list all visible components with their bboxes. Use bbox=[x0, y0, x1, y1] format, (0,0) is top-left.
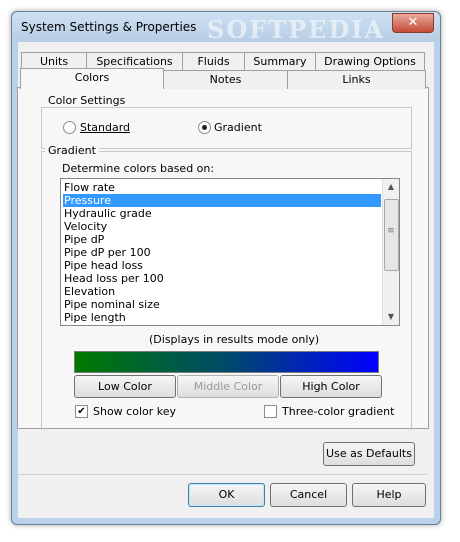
checkmark-icon: ✔ bbox=[77, 406, 86, 417]
title-bar[interactable]: System Settings & Properties SOFTPEDIA ✕ bbox=[12, 12, 440, 44]
low-color-button-label: Low Color bbox=[98, 380, 152, 393]
close-icon: ✕ bbox=[407, 15, 419, 30]
help-button[interactable]: Help bbox=[352, 483, 426, 507]
list-item[interactable]: Flow rate bbox=[63, 181, 381, 194]
list-item[interactable]: Pipe dP per 100 bbox=[63, 246, 381, 259]
tab-units-label: Units bbox=[39, 55, 69, 68]
list-item[interactable]: Hydraulic grade bbox=[63, 207, 381, 220]
tab-drawing-options[interactable]: Drawing Options bbox=[315, 52, 425, 71]
tab-fluids[interactable]: Fluids bbox=[182, 52, 245, 71]
three-color-gradient-label[interactable]: Three-color gradient bbox=[282, 405, 394, 418]
gradient-group-label: Gradient bbox=[45, 144, 99, 157]
gradient-preview-bar bbox=[74, 351, 379, 373]
list-scrollbar[interactable]: ▲ ≡ ▼ bbox=[382, 179, 399, 325]
gradient-radio[interactable] bbox=[198, 121, 211, 134]
grip-icon: ≡ bbox=[387, 226, 395, 236]
determine-colors-label: Determine colors based on: bbox=[62, 162, 215, 175]
middle-color-button-label: Middle Color bbox=[193, 380, 263, 393]
show-color-key-checkbox[interactable]: ✔ bbox=[75, 405, 88, 418]
list-item-selected[interactable]: Pressure bbox=[63, 194, 381, 207]
gradient-radio-label[interactable]: Gradient bbox=[214, 121, 262, 134]
tab-links[interactable]: Links bbox=[287, 70, 426, 89]
list-item[interactable]: Pipe head loss bbox=[63, 259, 381, 272]
tab-fluids-label: Fluids bbox=[197, 55, 230, 68]
tab-specifications-label: Specifications bbox=[96, 55, 173, 68]
window-title: System Settings & Properties bbox=[21, 20, 197, 34]
color-settings-group-label: Color Settings bbox=[45, 94, 129, 107]
scroll-down-arrow-icon[interactable]: ▼ bbox=[383, 309, 399, 325]
standard-radio[interactable] bbox=[63, 121, 76, 134]
list-item[interactable]: Elevation bbox=[63, 285, 381, 298]
results-mode-note: (Displays in results mode only) bbox=[149, 333, 320, 346]
tab-drawing-options-label: Drawing Options bbox=[324, 55, 416, 68]
middle-color-button[interactable]: Middle Color bbox=[177, 375, 279, 398]
parameter-listbox[interactable]: Flow rate Pressure Hydraulic grade Veloc… bbox=[60, 178, 400, 326]
watermark-logo: SOFTPEDIA bbox=[207, 15, 386, 44]
use-as-defaults-button-label: Use as Defaults bbox=[326, 447, 412, 460]
cancel-button-label: Cancel bbox=[289, 488, 328, 501]
close-button[interactable]: ✕ bbox=[392, 13, 434, 33]
list-item[interactable]: Velocity bbox=[63, 220, 381, 233]
tab-summary[interactable]: Summary bbox=[244, 52, 316, 71]
scroll-up-arrow-icon[interactable]: ▲ bbox=[383, 179, 399, 195]
scroll-thumb[interactable]: ≡ bbox=[384, 199, 399, 271]
ok-button[interactable]: OK bbox=[188, 483, 265, 507]
high-color-button[interactable]: High Color bbox=[280, 375, 382, 398]
three-color-gradient-checkbox[interactable] bbox=[264, 405, 277, 418]
show-color-key-label[interactable]: Show color key bbox=[93, 405, 176, 418]
tab-summary-label: Summary bbox=[253, 55, 307, 68]
help-button-label: Help bbox=[376, 488, 402, 501]
high-color-button-label: High Color bbox=[302, 380, 360, 393]
tab-colors-label: Colors bbox=[74, 71, 110, 84]
tab-notes-label: Notes bbox=[209, 73, 242, 86]
low-color-button[interactable]: Low Color bbox=[74, 375, 176, 398]
use-as-defaults-button[interactable]: Use as Defaults bbox=[323, 442, 415, 466]
ok-button-label: OK bbox=[218, 488, 235, 501]
tab-colors[interactable]: Colors bbox=[20, 68, 164, 89]
list-item[interactable]: Pipe length bbox=[63, 311, 381, 324]
bottom-divider bbox=[17, 474, 427, 475]
tab-links-label: Links bbox=[342, 73, 371, 86]
tab-notes[interactable]: Notes bbox=[163, 70, 288, 89]
cancel-button[interactable]: Cancel bbox=[270, 483, 347, 507]
list-item[interactable]: Pipe nominal size bbox=[63, 298, 381, 311]
standard-radio-label[interactable]: Standard bbox=[80, 121, 130, 134]
list-item[interactable]: Pipe dP bbox=[63, 233, 381, 246]
list-item[interactable]: Head loss per 100 bbox=[63, 272, 381, 285]
